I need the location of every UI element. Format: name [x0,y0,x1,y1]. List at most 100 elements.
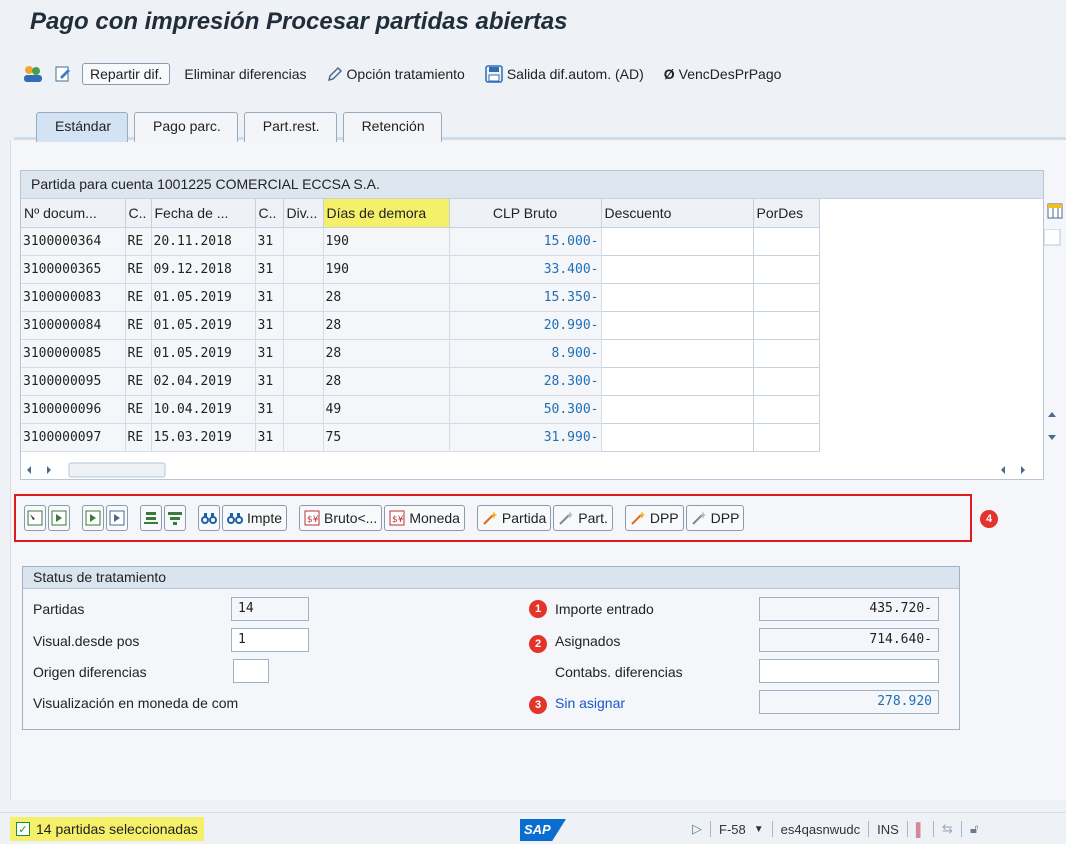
moneda-button[interactable]: $¥ Moneda [384,505,465,531]
table-cell[interactable] [752,310,820,340]
col-header-clp-bruto[interactable]: CLP Bruto [449,199,602,228]
table-cell: 3100000095 [21,367,126,396]
items-table: Nº docum... C.. Fecha de ... C.. Div... … [21,199,820,452]
people-icon[interactable] [22,63,44,85]
horizontal-scrollbar[interactable] [21,461,1045,479]
table-cell[interactable] [600,394,754,424]
table-cell[interactable] [752,422,820,452]
status-bar: ✓ 14 partidas seleccionadas SAP ▷ F-58 ▼… [0,812,1066,844]
table-cell: 31 [255,227,284,256]
table-cell: RE [125,339,152,368]
dpp-activate-button[interactable]: DPP [624,505,684,531]
table-cell: 01.05.2019 [151,311,256,340]
repartir-dif-button[interactable]: Repartir dif. [82,63,171,85]
table-cell: 15.000- [449,227,602,256]
lock-icon[interactable]: 🔓︎ [970,821,978,837]
salida-dif-autom-button[interactable]: Salida dif.autom. (AD) [479,65,650,83]
table-row[interactable]: 3100000085 RE 01.05.2019 31 28 8.900- [21,338,820,368]
bruto-button[interactable]: $¥ Bruto<... [299,505,383,531]
visual-desde-label: Visual.desde pos [33,633,140,649]
col-header-dias-demora[interactable]: Días de demora [323,199,450,228]
table-cell: 28 [323,339,450,368]
search-amount-button[interactable]: Impte [222,505,288,531]
table-row[interactable]: 3100000095 RE 02.04.2019 31 28 28.300- [21,366,820,396]
table-row[interactable]: 3100000364 RE 20.11.2018 31 190 15.000- [21,226,820,256]
table-cell [283,367,324,396]
table-cell: 31 [255,339,284,368]
dpp-deactivate-button[interactable]: DPP [685,505,745,531]
layout-settings-icon[interactable] [1047,203,1063,219]
part-label: Part. [578,510,608,526]
flag-icon[interactable]: ▌ [916,822,925,837]
transaction-code[interactable]: F-58 [719,822,746,837]
table-cell: 09.12.2018 [151,255,256,284]
col-header-div[interactable]: Div... [283,199,324,228]
eliminar-diferencias-button[interactable]: Eliminar diferencias [178,66,312,82]
table-cell[interactable] [600,254,754,284]
opcion-tratamiento-button[interactable]: Opción tratamiento [321,66,471,82]
table-row[interactable]: 3100000096 RE 10.04.2019 31 49 50.300- [21,394,820,424]
table-row[interactable]: 3100000083 RE 01.05.2019 31 28 15.350- [21,282,820,312]
table-cell[interactable] [600,338,754,368]
table-row[interactable]: 3100000365 RE 09.12.2018 31 190 33.400- [21,254,820,284]
col-header-clase[interactable]: C.. [125,199,152,228]
sort-icon[interactable] [140,505,162,531]
table-cell[interactable] [752,254,820,284]
table-cell[interactable] [600,366,754,396]
table-cell[interactable] [600,310,754,340]
tab-part-rest[interactable]: Part.rest. [243,112,337,142]
tab-pago-parc[interactable]: Pago parc. [134,112,238,142]
deselect-all-icon[interactable] [48,505,70,531]
vertical-scrollbar[interactable] [1043,228,1061,459]
application-toolbar: Repartir dif. Eliminar diferencias Opció… [0,54,1066,94]
table-cell[interactable] [600,226,754,256]
table-cell[interactable] [752,366,820,396]
magic-wand-icon [559,511,574,525]
status-message[interactable]: ✓ 14 partidas seleccionadas [10,817,204,841]
visual-desde-field[interactable]: 1 [231,628,309,652]
col-header-pordes[interactable]: PorDes [753,199,820,228]
tab-retencion[interactable]: Retención [342,112,442,142]
table-cell[interactable] [600,422,754,452]
table-row[interactable]: 3100000097 RE 15.03.2019 31 75 31.990- [21,422,820,452]
table-cell[interactable] [600,282,754,312]
edit-document-icon[interactable] [52,63,74,85]
filter-icon[interactable] [164,505,186,531]
partida-button[interactable]: Partida [476,505,552,531]
insert-mode: INS [877,821,899,837]
table-cell[interactable] [752,282,820,312]
table-cell: 31 [255,255,284,284]
contabs-diferencias-field[interactable] [759,659,939,683]
activate-items-icon[interactable] [82,505,104,531]
currency-icon: $¥ [304,510,320,526]
importe-entrado-label: Importe entrado [555,601,654,617]
vencdesprpago-button[interactable]: Ø VencDesPrPago [658,66,788,82]
table-cell [283,395,324,424]
col-header-fecha[interactable]: Fecha de ... [151,199,256,228]
select-all-icon[interactable] [24,505,46,531]
col-header-cond[interactable]: C.. [255,199,284,228]
table-cell[interactable] [752,226,820,256]
find-icon[interactable] [198,505,220,531]
sin-asignar-link[interactable]: Sin asignar [555,695,625,711]
deactivate-items-icon[interactable] [106,505,128,531]
bruto-label: Bruto<... [324,510,378,526]
tab-estandar[interactable]: Estándar [36,112,129,142]
table-row[interactable]: 3100000084 RE 01.05.2019 31 28 20.990- [21,310,820,340]
success-check-icon: ✓ [16,822,30,836]
play-icon[interactable]: ▷ [692,821,702,837]
table-cell[interactable] [752,338,820,368]
asignados-label: Asignados [555,633,621,649]
separator [868,821,870,837]
table-cell: 31 [255,283,284,312]
part-button[interactable]: Part. [553,505,613,531]
chevron-down-icon[interactable]: ▼ [754,824,764,835]
title-bar: Pago con impresión Procesar partidas abi… [0,0,1066,50]
col-header-descuento[interactable]: Descuento [601,199,754,228]
table-cell[interactable] [752,394,820,424]
tab-icon[interactable]: ⇆ [942,821,953,837]
origen-diferencias-field[interactable] [233,659,269,683]
table-cell: 31 [255,311,284,340]
table-cell: 75 [323,423,450,452]
col-header-doc[interactable]: Nº docum... [21,199,126,228]
